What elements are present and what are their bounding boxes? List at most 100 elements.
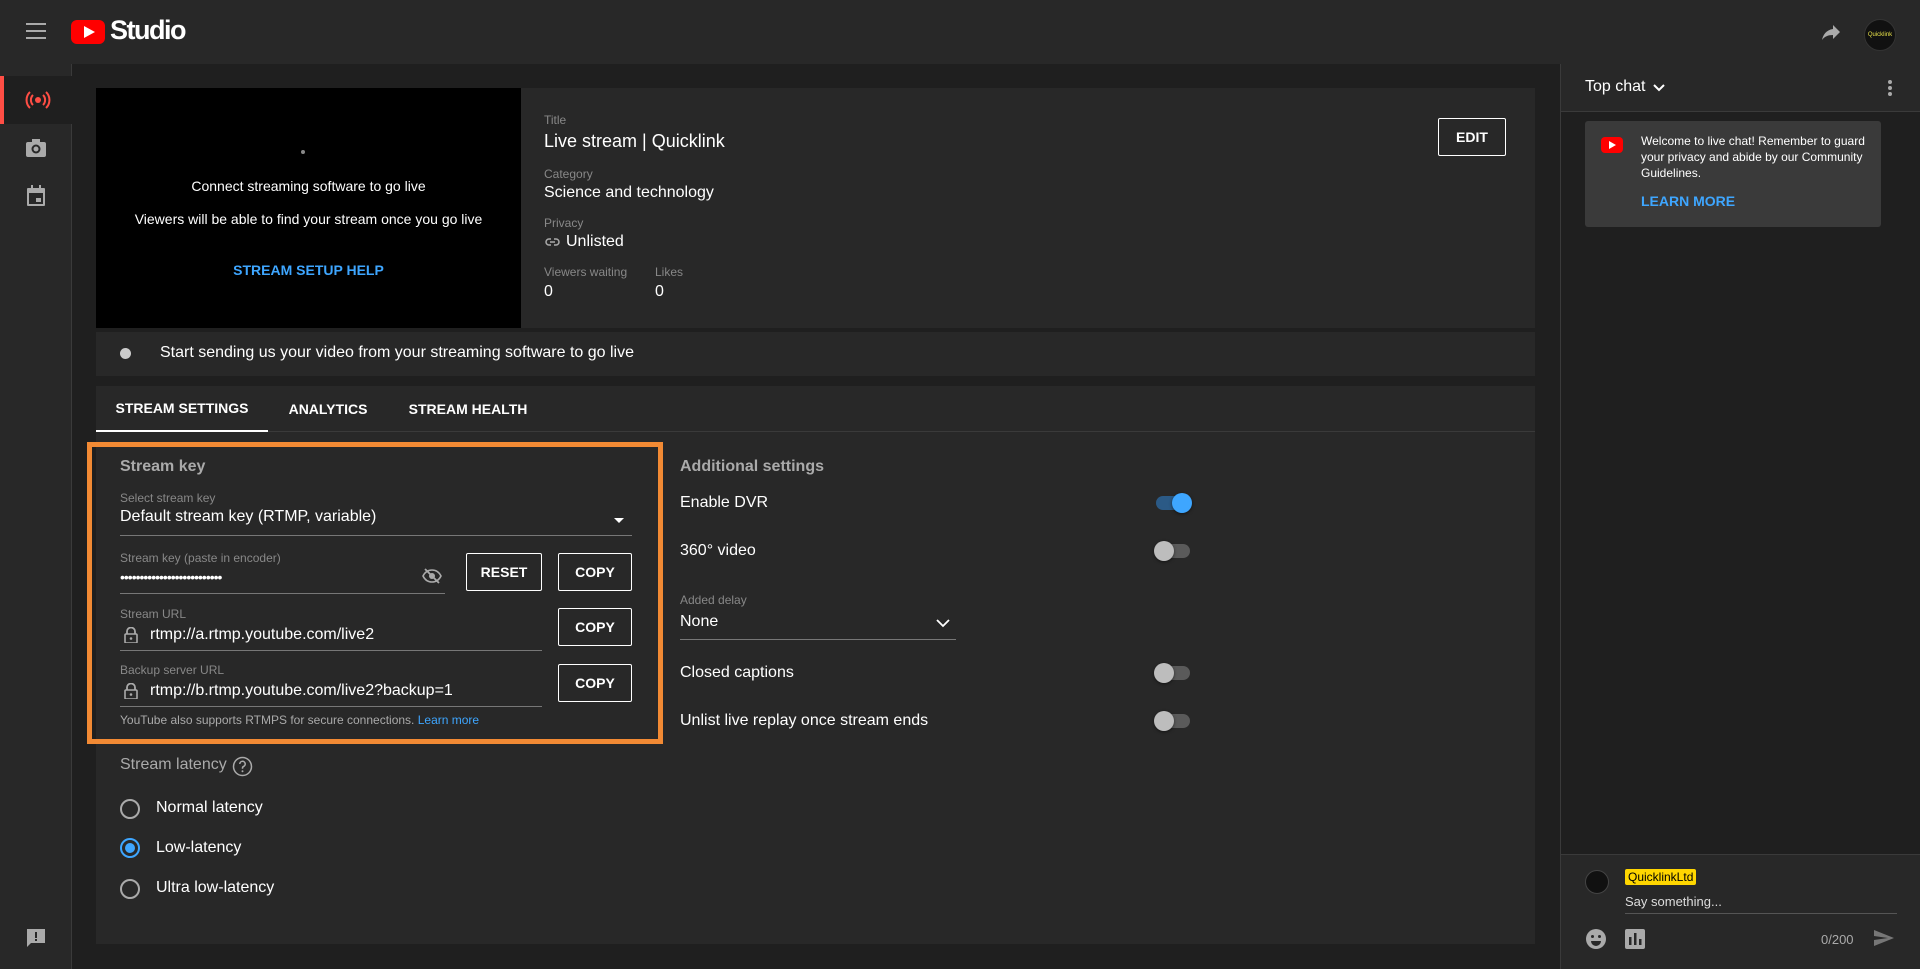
- stream-key-select[interactable]: Default stream key (RTMP, variable): [120, 507, 632, 535]
- reset-button[interactable]: RESET: [466, 553, 542, 591]
- radio-ultra-low-latency[interactable]: [120, 879, 140, 899]
- likes-value: 0: [655, 283, 664, 300]
- chat-learn-more-link[interactable]: LEARN MORE: [1641, 193, 1735, 209]
- backup-url-label: Backup server URL: [120, 663, 225, 677]
- copy-stream-url-button[interactable]: COPY: [558, 608, 632, 646]
- link-icon: [545, 238, 560, 246]
- privacy-label: Privacy: [544, 216, 584, 230]
- viewers-waiting-label: Viewers waiting: [544, 265, 628, 279]
- normal-latency-label: Normal latency: [156, 799, 263, 816]
- tab-stream-settings[interactable]: STREAM SETTINGS: [96, 386, 268, 432]
- rtmps-learn-more-link[interactable]: Learn more: [418, 713, 479, 727]
- category-label: Category: [544, 167, 593, 181]
- live-chat-panel: Top chat Welcome to live chat! Remember …: [1560, 64, 1920, 969]
- viewers-waiting-value: 0: [544, 283, 553, 300]
- youtube-logo-icon: [1601, 137, 1623, 153]
- added-delay-value: None: [680, 613, 719, 630]
- preview-submessage: Viewers will be able to find your stream…: [134, 211, 483, 227]
- closed-captions-label: Closed captions: [680, 664, 794, 681]
- edit-button[interactable]: EDIT: [1438, 118, 1506, 156]
- chat-welcome-text: Welcome to live chat! Remember to guard …: [1641, 134, 1865, 180]
- chat-avatar: [1585, 870, 1609, 894]
- chevron-down-icon[interactable]: [1653, 84, 1665, 92]
- emoji-icon[interactable]: [1585, 928, 1607, 950]
- low-latency-label: Low-latency: [156, 839, 242, 856]
- likes-label: Likes: [655, 265, 684, 279]
- nav-stream-icon[interactable]: [0, 76, 72, 124]
- chat-message-input[interactable]: Say something...: [1625, 894, 1897, 909]
- radio-normal-latency[interactable]: [120, 799, 140, 819]
- chat-input-area: [1561, 854, 1920, 969]
- unlist-replay-label: Unlist live replay once stream ends: [680, 712, 929, 729]
- stream-key-heading: Stream key: [120, 458, 206, 475]
- chat-welcome-card: Welcome to live chat! Remember to guard …: [1585, 121, 1881, 227]
- top-header: Studio Quicklink: [0, 0, 1920, 64]
- toggle-knob: [1172, 493, 1192, 513]
- toggle-knob: [1154, 541, 1174, 561]
- stream-key-label: Stream key (paste in encoder): [120, 551, 281, 565]
- chat-character-counter: 0/200: [1821, 932, 1854, 947]
- copy-backup-url-button[interactable]: COPY: [558, 664, 632, 702]
- backup-url-underline: [120, 706, 542, 707]
- help-icon[interactable]: [232, 756, 253, 777]
- enable-dvr-toggle[interactable]: [1156, 493, 1192, 513]
- added-delay-select[interactable]: None: [680, 611, 956, 639]
- nav-calendar-icon[interactable]: [0, 172, 72, 220]
- title-label: Title: [544, 113, 567, 127]
- account-avatar[interactable]: Quicklink: [1864, 19, 1896, 51]
- stream-latency-heading: Stream latency: [120, 756, 227, 773]
- dropdown-arrow-icon: [614, 518, 624, 523]
- chat-username-badge: QuicklinkLtd: [1625, 869, 1697, 885]
- rtmps-note: YouTube also supports RTMPS for secure c…: [120, 713, 479, 727]
- share-icon[interactable]: [1818, 20, 1844, 44]
- stream-key-select-value: Default stream key (RTMP, variable): [120, 508, 377, 525]
- tab-stream-health[interactable]: STREAM HEALTH: [398, 386, 538, 432]
- more-options-icon[interactable]: [1887, 78, 1893, 98]
- tab-analytics[interactable]: ANALYTICS: [278, 386, 378, 432]
- stream-url-label: Stream URL: [120, 607, 187, 621]
- stream-title: Live stream | Quicklink: [544, 131, 725, 151]
- preview-message: Connect streaming software to go live: [191, 178, 426, 194]
- lock-icon: [124, 683, 138, 699]
- lock-icon: [124, 627, 138, 643]
- status-dot-icon: [120, 348, 131, 359]
- toggle-knob: [1154, 663, 1174, 683]
- status-bar: Start sending us your video from your st…: [96, 332, 1535, 376]
- menu-icon[interactable]: [26, 23, 46, 39]
- studio-logo-text[interactable]: Studio: [110, 15, 186, 46]
- backup-url-value[interactable]: rtmp://b.rtmp.youtube.com/live2?backup=1: [150, 682, 453, 700]
- video-360-toggle[interactable]: [1154, 541, 1190, 561]
- closed-captions-toggle[interactable]: [1154, 663, 1190, 683]
- chevron-down-icon: [936, 619, 950, 628]
- video-360-label: 360° video: [680, 542, 756, 559]
- copy-stream-key-button[interactable]: COPY: [558, 553, 632, 591]
- added-delay-underline: [680, 639, 956, 640]
- video-preview: Connect streaming software to go live Vi…: [96, 88, 521, 328]
- chat-input-underline: [1625, 913, 1897, 914]
- stream-url-value[interactable]: rtmp://a.rtmp.youtube.com/live2: [150, 626, 374, 644]
- select-stream-key-label: Select stream key: [120, 491, 216, 505]
- stream-key-field[interactable]: ••••••••••••••••••••••••••: [120, 569, 222, 585]
- stream-setup-help-link[interactable]: STREAM SETUP HELP: [96, 262, 521, 278]
- stream-key-underline: [120, 593, 445, 594]
- stream-url-underline: [120, 650, 542, 651]
- send-icon[interactable]: [1873, 929, 1895, 947]
- poll-icon[interactable]: [1625, 929, 1645, 949]
- left-navigation: [0, 64, 72, 969]
- category-value: Science and technology: [544, 184, 714, 201]
- visibility-off-icon[interactable]: [422, 568, 442, 584]
- nav-camera-icon[interactable]: [0, 124, 72, 172]
- radio-low-latency[interactable]: [120, 838, 140, 858]
- select-underline: [120, 535, 632, 536]
- loading-spinner: [301, 150, 305, 154]
- ultra-low-latency-label: Ultra low-latency: [156, 879, 275, 896]
- top-chat-dropdown[interactable]: Top chat: [1585, 78, 1645, 96]
- privacy-value: Unlisted: [566, 233, 624, 250]
- youtube-logo-icon[interactable]: [71, 20, 105, 44]
- additional-settings-heading: Additional settings: [680, 458, 824, 475]
- toggle-knob: [1154, 711, 1174, 731]
- unlist-replay-toggle[interactable]: [1154, 711, 1190, 731]
- feedback-icon[interactable]: [0, 914, 72, 962]
- added-delay-label: Added delay: [680, 593, 747, 607]
- enable-dvr-label: Enable DVR: [680, 494, 769, 511]
